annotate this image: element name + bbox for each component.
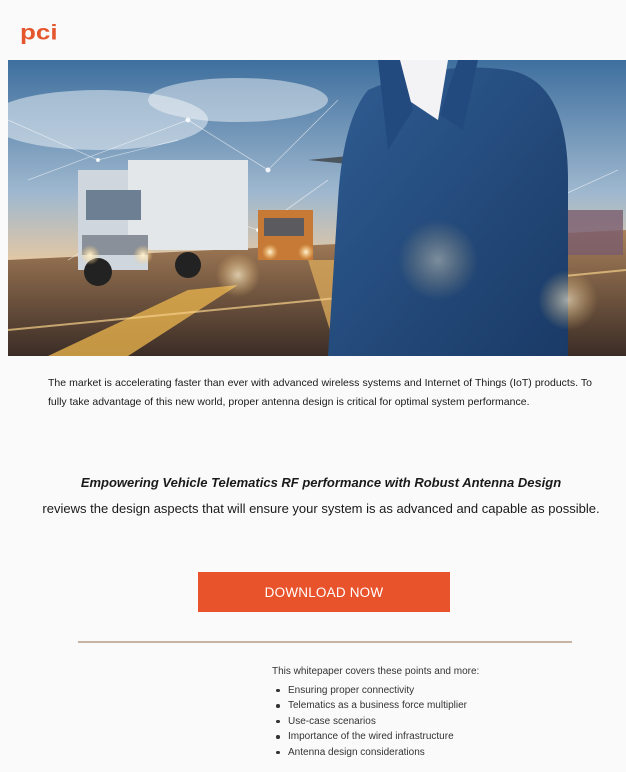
list-item: Telematics as a business force multiplie…	[272, 698, 592, 714]
list-item: Use-case scenarios	[272, 714, 592, 730]
points-heading: This whitepaper covers these points and …	[272, 666, 480, 677]
hero-trucks-businessman-image[interactable]	[8, 60, 626, 356]
feature-block: Empowering Vehicle Telematics RF perform…	[28, 470, 614, 522]
list-item: Antenna design considerations	[272, 745, 592, 761]
whitepaper-points: This whitepaper covers these points and …	[272, 664, 592, 760]
points-list: Ensuring proper connectivity Telematics …	[272, 683, 592, 761]
pci-logo[interactable]: pci	[20, 22, 58, 43]
list-item: Importance of the wired infrastructure	[272, 729, 592, 745]
section-divider	[78, 641, 572, 643]
list-item: Ensuring proper connectivity	[272, 683, 592, 699]
intro-paragraph: The market is accelerating faster than e…	[48, 377, 592, 408]
whitepaper-description: reviews the design aspects that will ens…	[42, 501, 600, 516]
whitepaper-title: Empowering Vehicle Telematics RF perform…	[80, 475, 562, 490]
email-body: pci The market is accelerating faster th…	[0, 0, 626, 772]
download-now-button[interactable]: DOWNLOAD NOW	[198, 572, 450, 612]
